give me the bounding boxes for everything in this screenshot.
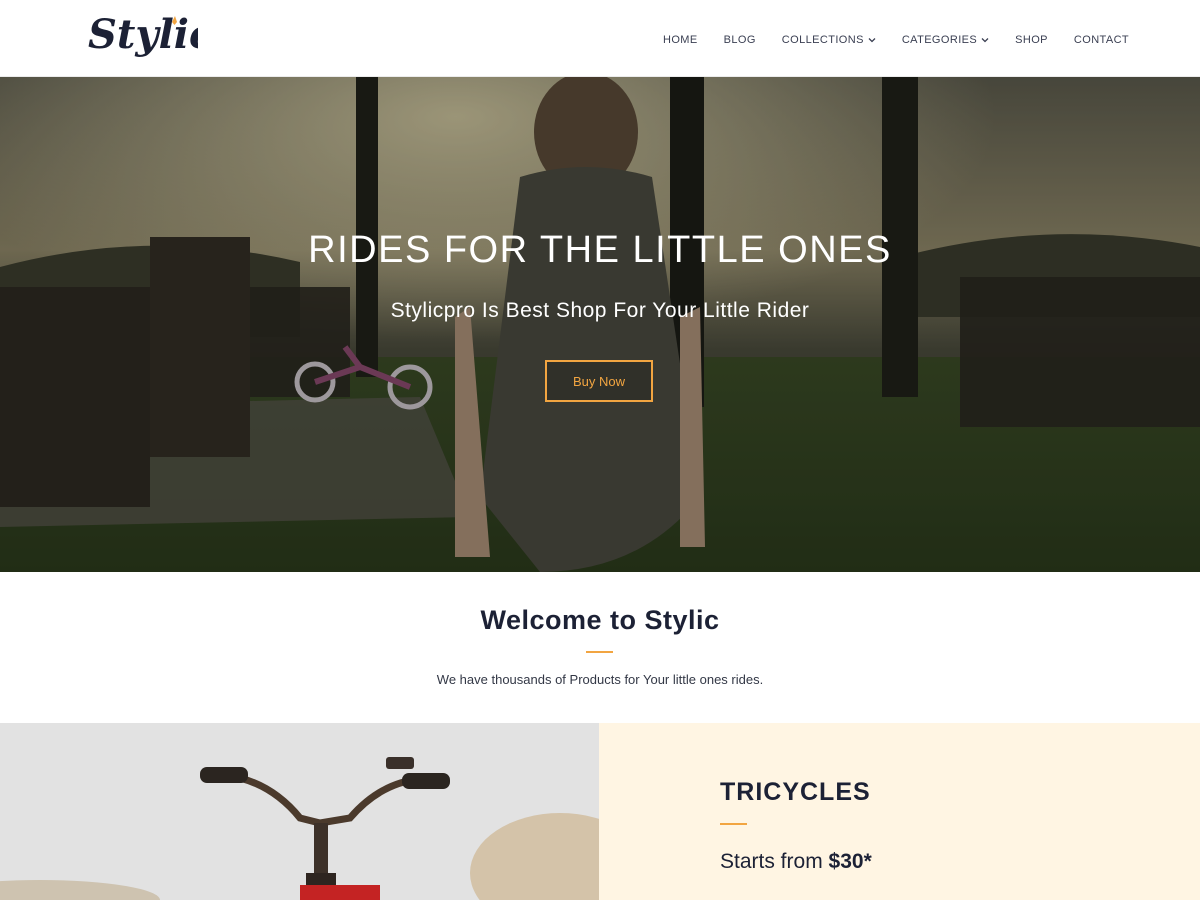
hero-subtitle: Stylicpro Is Best Shop For Your Little R…	[390, 299, 810, 322]
hero-content: RIDES FOR THE LITTLE ONES Stylicpro Is B…	[0, 77, 1200, 572]
product-feature: TRICYCLES Starts from $30*	[0, 723, 1200, 900]
site-header: Stylic HOME BLOG COLLECTIONS CATEGORIES …	[0, 0, 1200, 77]
tricycle-photo	[0, 723, 599, 900]
nav-item-label: COLLECTIONS	[781, 34, 864, 46]
nav-item-label: SHOP	[1015, 34, 1048, 46]
feature-price-line: Starts from $30*	[720, 850, 872, 874]
price-prefix: Starts from	[720, 850, 823, 873]
nav-item-label: BLOG	[723, 34, 756, 46]
welcome-title: Welcome to Stylic	[480, 605, 720, 635]
main-nav: HOME BLOG COLLECTIONS CATEGORIES SHOP CO…	[650, 28, 1142, 52]
nav-item-label: CONTACT	[1073, 34, 1130, 46]
welcome-text: We have thousands of Products for Your l…	[436, 672, 764, 687]
nav-item-label: CATEGORIES	[901, 34, 978, 46]
section-divider	[586, 651, 613, 653]
tricycle-image[interactable]	[0, 723, 599, 900]
welcome-section: Welcome to Stylic We have thousands of P…	[0, 572, 1200, 723]
site-logo[interactable]: Stylic	[86, 8, 198, 70]
nav-item-categories[interactable]: CATEGORIES	[902, 34, 989, 46]
nav-item-home[interactable]: HOME	[663, 34, 698, 46]
chevron-down-icon	[981, 36, 989, 44]
nav-item-contact[interactable]: CONTACT	[1074, 34, 1129, 46]
price-value: $30*	[828, 850, 872, 873]
nav-item-blog[interactable]: BLOG	[724, 34, 756, 46]
hero-title: RIDES FOR THE LITTLE ONES	[308, 229, 892, 271]
nav-item-collections[interactable]: COLLECTIONS	[782, 34, 876, 46]
chevron-down-icon	[868, 36, 876, 44]
nav-item-shop[interactable]: SHOP	[1015, 34, 1048, 46]
hero-banner: RIDES FOR THE LITTLE ONES Stylicpro Is B…	[0, 77, 1200, 572]
feature-title: TRICYCLES	[720, 778, 871, 806]
feature-panel: TRICYCLES Starts from $30*	[599, 723, 1200, 900]
buy-now-button[interactable]: Buy Now	[545, 360, 653, 402]
nav-item-label: HOME	[663, 34, 698, 46]
section-divider	[720, 823, 747, 825]
svg-text:Stylic: Stylic	[88, 11, 198, 58]
